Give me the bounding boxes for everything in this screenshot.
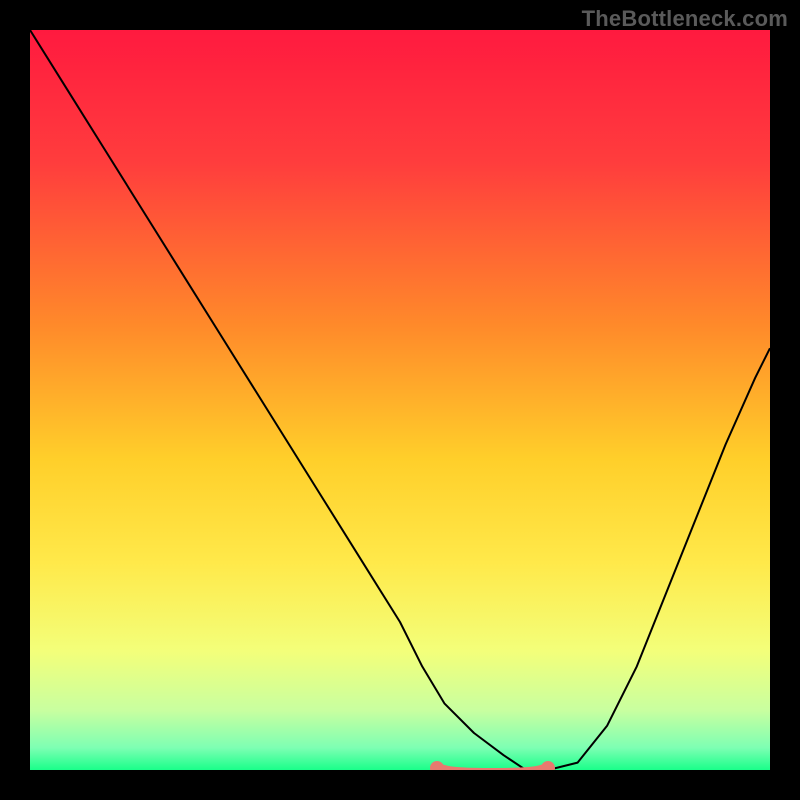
min-highlight-endcap — [541, 761, 555, 775]
plot-background — [30, 30, 770, 770]
min-highlight — [437, 768, 548, 774]
chart-container: TheBottleneck.com — [0, 0, 800, 800]
bottleneck-chart — [0, 0, 800, 800]
watermark-text: TheBottleneck.com — [582, 6, 788, 32]
min-highlight-endcap — [430, 761, 444, 775]
